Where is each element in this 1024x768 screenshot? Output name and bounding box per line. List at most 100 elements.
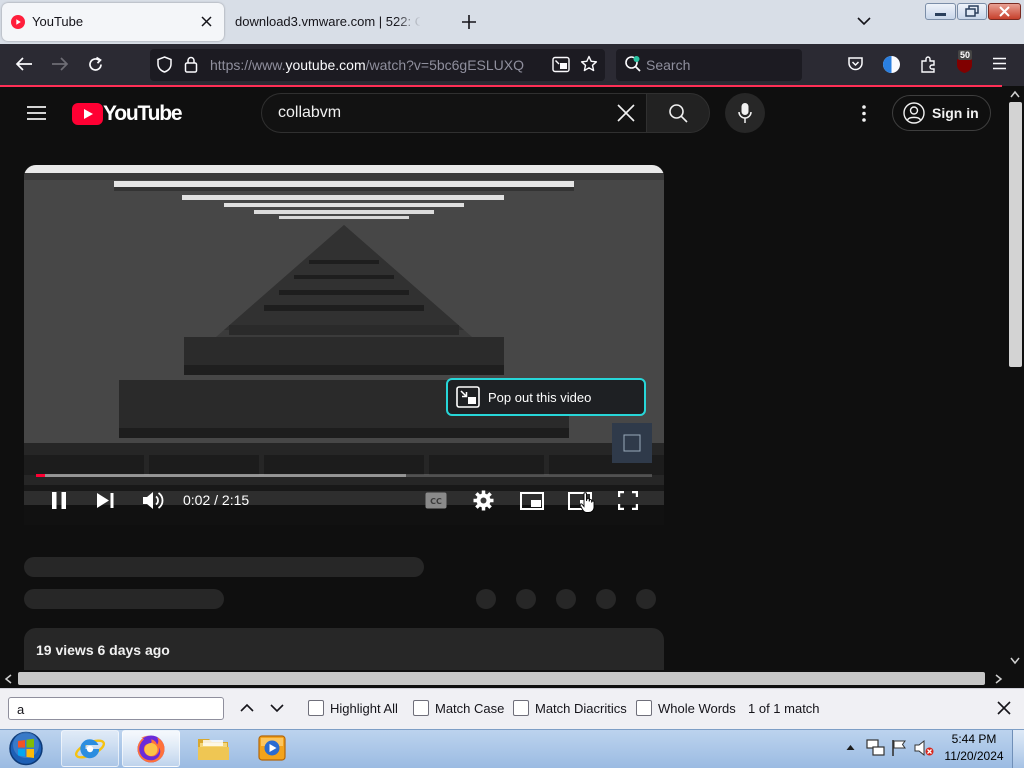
start-orb-icon[interactable] [7, 731, 45, 766]
action-center-flag-icon[interactable] [891, 739, 907, 757]
guide-menu-icon[interactable] [27, 105, 46, 121]
back-icon[interactable] [15, 56, 33, 72]
match-case-label[interactable]: Match Case [435, 701, 504, 716]
url-path: /watch?v=5bc6gESLUXQ [365, 57, 525, 73]
media-player-icon[interactable] [257, 734, 287, 762]
mute-button[interactable] [142, 490, 164, 511]
time-display: 0:02 / 2:15 [183, 492, 249, 508]
find-previous-icon[interactable] [240, 703, 254, 713]
find-close-icon[interactable] [997, 701, 1011, 715]
scroll-right-icon[interactable] [995, 674, 1003, 684]
svg-text:CC: CC [430, 497, 442, 506]
clock-time: 5:44 PM [951, 732, 997, 746]
video-frame-obs-recursive [24, 165, 664, 525]
action-skeleton-5 [636, 589, 656, 609]
reader-view-icon[interactable] [552, 56, 570, 73]
find-input[interactable] [8, 697, 224, 720]
volume-muted-icon[interactable] [914, 739, 934, 757]
lock-icon[interactable] [184, 56, 198, 73]
url-host: youtube.com [285, 57, 366, 73]
tab-close-icon[interactable] [200, 15, 213, 28]
seek-buffered [36, 474, 406, 477]
subtitles-button[interactable]: CC [425, 492, 447, 509]
minimize-button[interactable] [925, 3, 956, 20]
account-icon [903, 102, 925, 124]
fullscreen-icon [618, 491, 638, 510]
fullscreen-button[interactable] [618, 491, 638, 510]
file-explorer-icon[interactable] [197, 734, 230, 762]
scroll-up-icon[interactable] [1010, 90, 1020, 98]
gear-icon [473, 490, 494, 511]
tab-fade [395, 8, 421, 36]
seek-bar[interactable] [36, 474, 652, 477]
highlight-all-checkbox[interactable] [308, 700, 324, 716]
next-button[interactable] [96, 492, 115, 509]
show-desktop-button[interactable] [1012, 730, 1024, 768]
title-skeleton [24, 557, 424, 577]
url-prefix: https://www. [210, 57, 286, 73]
extensions-puzzle-icon[interactable] [920, 55, 937, 73]
search-icon [668, 103, 688, 123]
sign-in-label: Sign in [932, 105, 979, 121]
settings-button[interactable] [473, 490, 494, 511]
pause-icon [52, 492, 66, 509]
action-skeleton-1 [476, 589, 496, 609]
channel-skeleton [24, 589, 224, 609]
scroll-down-icon[interactable] [1010, 657, 1020, 665]
find-query: a [17, 702, 25, 717]
reload-icon[interactable] [87, 56, 104, 73]
bookmark-star-icon[interactable] [580, 55, 598, 73]
list-all-tabs-icon[interactable] [857, 16, 871, 26]
time-separator: / [214, 492, 219, 508]
network-icon[interactable] [866, 739, 885, 757]
tab-youtube-title: YouTube [32, 14, 84, 29]
time-total: 2:15 [221, 492, 250, 508]
search-placeholder: Search [646, 57, 691, 73]
clock[interactable]: 5:44 PM 11/20/2024 [938, 732, 1010, 763]
youtube-logo[interactable]: YouTube [72, 102, 183, 126]
horizontal-scroll-thumb[interactable] [18, 672, 985, 685]
video-player[interactable] [24, 165, 664, 525]
clear-search-icon[interactable] [617, 104, 635, 122]
match-case-checkbox[interactable] [413, 700, 429, 716]
highlight-all-label[interactable]: Highlight All [330, 701, 398, 716]
match-diacritics-checkbox[interactable] [513, 700, 529, 716]
tracking-protection-shield-icon[interactable] [157, 56, 172, 73]
captions-icon: CC [425, 492, 447, 509]
find-next-icon[interactable] [270, 703, 284, 713]
settings-kebab-icon[interactable] [861, 105, 867, 122]
pocket-icon[interactable] [847, 56, 864, 72]
whole-words-label[interactable]: Whole Words [658, 701, 736, 716]
url-text[interactable]: https://www.youtube.com/watch?v=5bc6gESL… [210, 57, 545, 73]
action-skeleton-3 [556, 589, 576, 609]
time-current: 0:02 [183, 492, 211, 508]
show-hidden-icons-icon[interactable] [846, 744, 855, 751]
dark-reader-extension-icon[interactable] [882, 55, 901, 74]
search-box[interactable] [616, 49, 802, 81]
action-skeleton-4 [596, 589, 616, 609]
close-window-button[interactable] [988, 3, 1021, 20]
seek-played [36, 474, 46, 477]
volume-icon [143, 492, 164, 509]
tab-vmware-title[interactable]: download3.vmware.com | 522: Conn [235, 14, 420, 29]
pop-out-tooltip-icon [456, 386, 480, 408]
scroll-left-icon[interactable] [4, 674, 12, 684]
miniplayer-button[interactable] [520, 492, 544, 510]
find-result-count: 1 of 1 match [748, 701, 820, 716]
new-tab-icon[interactable] [461, 14, 477, 30]
forward-icon[interactable] [51, 56, 69, 72]
youtube-search-query: collabvm [278, 104, 342, 121]
internet-explorer-icon [74, 734, 106, 764]
app-menu-icon[interactable] [992, 57, 1007, 70]
youtube-favicon-icon [11, 15, 25, 29]
views-and-date: 19 views 6 days ago [36, 642, 170, 658]
restore-button[interactable] [957, 3, 987, 20]
whole-words-checkbox[interactable] [636, 700, 652, 716]
page-load-progress [0, 85, 1002, 87]
vertical-scroll-thumb[interactable] [1009, 102, 1022, 367]
firefox-icon [136, 734, 166, 764]
match-diacritics-label[interactable]: Match Diacritics [535, 701, 627, 716]
play-pause-button[interactable] [50, 491, 68, 510]
pop-out-tooltip-text: Pop out this video [488, 390, 592, 405]
clock-date: 11/20/2024 [944, 749, 1004, 763]
